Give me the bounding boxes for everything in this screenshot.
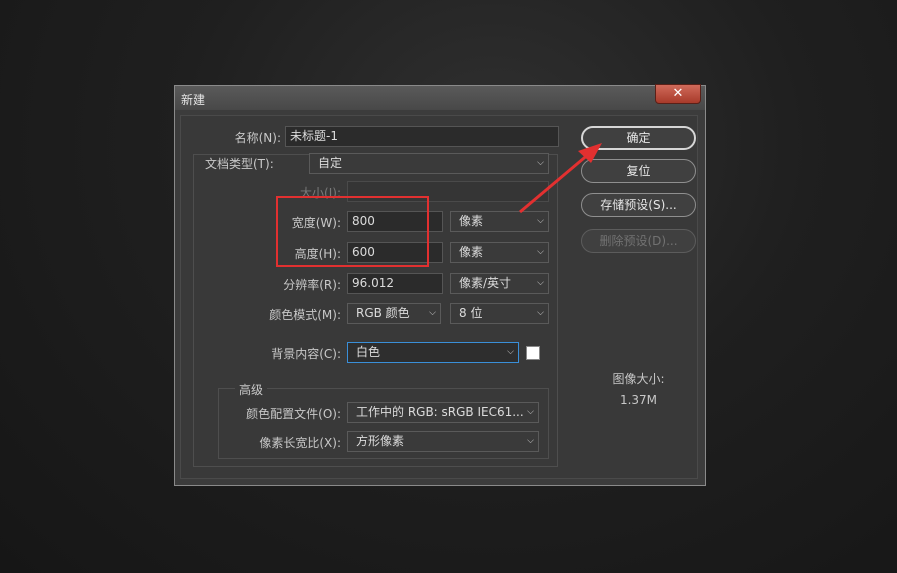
annotation-arrow-icon bbox=[519, 143, 602, 214]
